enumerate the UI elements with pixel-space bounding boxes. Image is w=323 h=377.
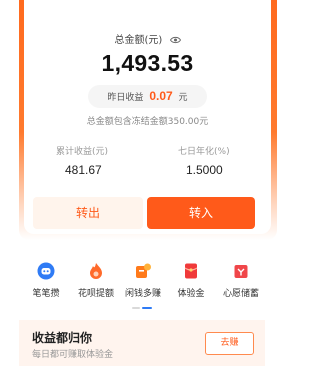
- frozen-amount-note: 总金额包含冻结金额350.00元: [86, 117, 209, 127]
- yesterday-earnings-unit: 元: [178, 93, 188, 103]
- flame-icon: [87, 262, 105, 280]
- banner-title: 收益都归你: [32, 331, 93, 345]
- banner-subtitle: 每日都可赚取体验金: [32, 350, 114, 360]
- red-envelope-icon: [182, 262, 200, 280]
- yesterday-earnings-pill: 昨日收益 0.07 元: [88, 85, 207, 108]
- robot-icon: [37, 262, 55, 280]
- total-label-row: 总金额(元): [24, 31, 271, 47]
- quick-menu-item-bibizan[interactable]: 笔笔攒: [21, 262, 71, 299]
- yesterday-earnings-value: 0.07: [149, 89, 173, 103]
- eye-icon[interactable]: [169, 36, 181, 47]
- quick-menu-item-tiyanjin[interactable]: 体验金: [166, 262, 216, 299]
- quick-menu-label: 体验金: [177, 289, 205, 299]
- balance-card: 总金额(元) 1,493.53 昨日收益 0.07 元 总金额包含冻结金额350…: [24, 0, 271, 234]
- quick-menu-label: 闲钱多赚: [124, 289, 161, 299]
- quick-menu-item-partial[interactable]: 额: [0, 262, 15, 299]
- quick-menu-label: 花呗提额: [77, 289, 114, 299]
- annualized-yield-value: 1.5000: [186, 163, 223, 177]
- total-amount: 1,493.53: [101, 50, 194, 76]
- earnings-banner[interactable]: 收益都归你 每日都可赚取体验金 去赚: [19, 320, 265, 366]
- quick-menu-item-xianqian[interactable]: 闲钱多赚: [118, 262, 168, 299]
- yesterday-earnings-label: 昨日收益: [107, 93, 144, 103]
- quick-menu-item-huabei[interactable]: 花呗提额: [71, 262, 121, 299]
- quick-menu-label: 心愿储蓄: [222, 289, 259, 299]
- gift-icon: [232, 262, 250, 280]
- transfer-out-button[interactable]: 转出: [33, 197, 143, 229]
- quick-menu-label: 笔笔攒: [32, 289, 60, 299]
- quick-menu-item-xinyuan[interactable]: 心愿储蓄: [216, 262, 266, 299]
- puzzle-icon: [134, 262, 152, 280]
- total-amount-label: 总金额(元): [114, 35, 163, 46]
- transfer-in-button[interactable]: 转入: [147, 197, 255, 229]
- go-earn-button[interactable]: 去赚: [205, 332, 254, 355]
- annualized-yield-label: 七日年化(%): [178, 147, 230, 157]
- cumulative-earnings-value: 481.67: [65, 163, 102, 177]
- cumulative-earnings-label: 累计收益(元): [56, 147, 109, 157]
